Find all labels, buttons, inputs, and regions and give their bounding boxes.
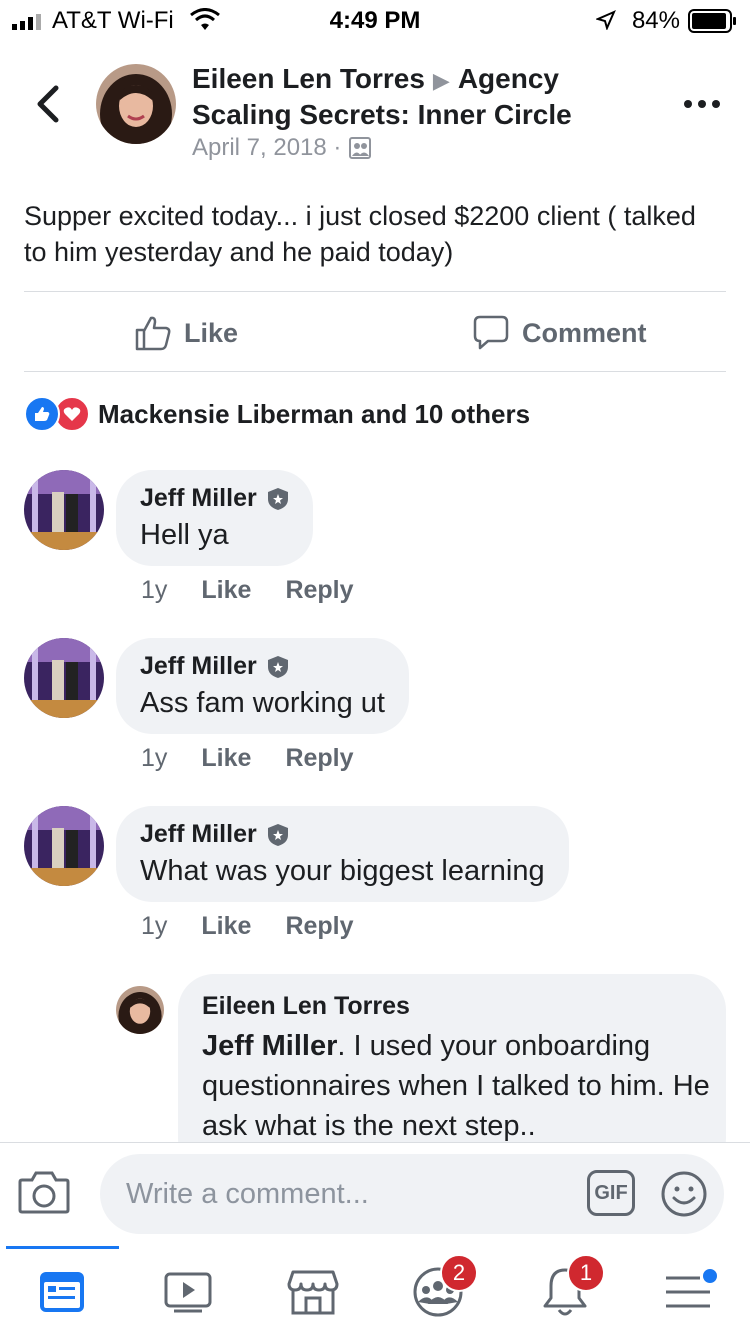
commenter-avatar[interactable]	[24, 470, 104, 550]
admin-badge-icon	[267, 655, 288, 678]
divider	[24, 291, 726, 292]
reply-author-name[interactable]: Eileen Len Torres	[202, 992, 410, 1021]
battery-percentage: 84%	[631, 7, 680, 34]
tab-watch[interactable]	[158, 1262, 218, 1322]
post-date[interactable]: April 7, 2018 ·	[192, 134, 341, 162]
commenter-name[interactable]: Jeff Miller	[140, 484, 257, 513]
comment-reply-link[interactable]: Reply	[285, 576, 353, 605]
reply-text: Jeff Miller. I used your onboarding ques…	[202, 1026, 712, 1146]
commenter-avatar[interactable]	[24, 806, 104, 886]
comment-bubble-icon	[473, 315, 509, 350]
like-label: Like	[184, 317, 239, 348]
comment-time: 1y	[141, 576, 168, 604]
tab-groups[interactable]: 2	[408, 1254, 478, 1322]
post-meta: April 7, 2018 ·	[192, 134, 372, 162]
marketplace-shop-icon	[287, 1270, 339, 1315]
comment-text: What was your biggest learning	[140, 855, 545, 887]
author-avatar[interactable]	[96, 64, 176, 144]
triangle-right-icon: ▶	[432, 68, 450, 93]
comment-text: Ass fam working ut	[140, 687, 385, 719]
commenter-name[interactable]: Jeff Miller	[140, 652, 257, 681]
comment-bubble: Jeff Miller What was your biggest learni…	[116, 806, 569, 902]
comment-reply-link[interactable]: Reply	[285, 744, 353, 773]
divider	[24, 371, 726, 372]
admin-badge-icon	[267, 823, 288, 846]
news-feed-icon	[40, 1272, 84, 1312]
tab-marketplace[interactable]	[283, 1262, 343, 1322]
reactions-text: Mackensie Liberman and 10 others	[98, 398, 531, 429]
post-body: Supper excited today... i just closed $2…	[24, 201, 696, 267]
camera-icon[interactable]	[18, 1168, 70, 1216]
tab-menu[interactable]	[658, 1262, 718, 1322]
comment-bubble: Jeff Miller Hell ya	[116, 470, 313, 566]
author-name[interactable]: Eileen Len Torres	[192, 63, 425, 94]
tab-news-feed[interactable]	[32, 1262, 92, 1322]
status-bar: AT&T Wi-Fi 4:49 PM 84%	[0, 0, 750, 40]
comment-time: 1y	[141, 912, 168, 940]
comment-reply-link[interactable]: Reply	[285, 912, 353, 941]
comment-meta: 1y Like Reply	[141, 744, 354, 773]
comment-meta: 1y Like Reply	[141, 912, 354, 941]
like-button[interactable]: Like	[134, 310, 238, 356]
back-button[interactable]	[30, 82, 66, 126]
hamburger-menu-icon	[666, 1269, 717, 1308]
comment-bubble: Jeff Miller Ass fam working ut	[116, 638, 409, 734]
comment-button[interactable]: Comment	[472, 310, 647, 356]
emoji-icon[interactable]	[660, 1170, 708, 1218]
bottom-tab-bar	[0, 1246, 750, 1334]
mention-link[interactable]: Jeff Miller	[202, 1030, 337, 1062]
more-options-icon[interactable]	[682, 96, 722, 112]
comment-meta: 1y Like Reply	[141, 576, 354, 605]
watch-video-icon	[164, 1272, 212, 1313]
location-arrow-icon	[596, 10, 616, 30]
notifications-badge: 1	[567, 1254, 605, 1292]
comment-label: Comment	[522, 317, 647, 348]
comment-time: 1y	[141, 744, 168, 772]
reply-author-avatar[interactable]	[116, 986, 164, 1034]
comment-text: Hell ya	[140, 519, 229, 551]
comment-like-link[interactable]: Like	[201, 912, 251, 941]
reactions-summary[interactable]: Mackensie Liberman and 10 others	[24, 394, 530, 434]
commenter-avatar[interactable]	[24, 638, 104, 718]
comment-like-link[interactable]: Like	[201, 576, 251, 605]
battery-icon	[688, 9, 736, 33]
groups-badge: 2	[440, 1254, 478, 1292]
admin-badge-icon	[267, 487, 288, 510]
gif-button[interactable]: GIF	[587, 1170, 635, 1216]
comment-like-link[interactable]: Like	[201, 744, 251, 773]
like-reaction-icon	[24, 396, 60, 432]
post-header-title: Eileen Len Torres ▶ Agency Scaling Secrets…	[192, 62, 612, 132]
thumbs-up-icon	[135, 316, 171, 351]
commenter-name[interactable]: Jeff Miller	[140, 820, 257, 849]
tab-notifications[interactable]: 1	[535, 1254, 605, 1322]
group-privacy-icon	[349, 137, 372, 159]
active-tab-indicator	[6, 1246, 119, 1249]
